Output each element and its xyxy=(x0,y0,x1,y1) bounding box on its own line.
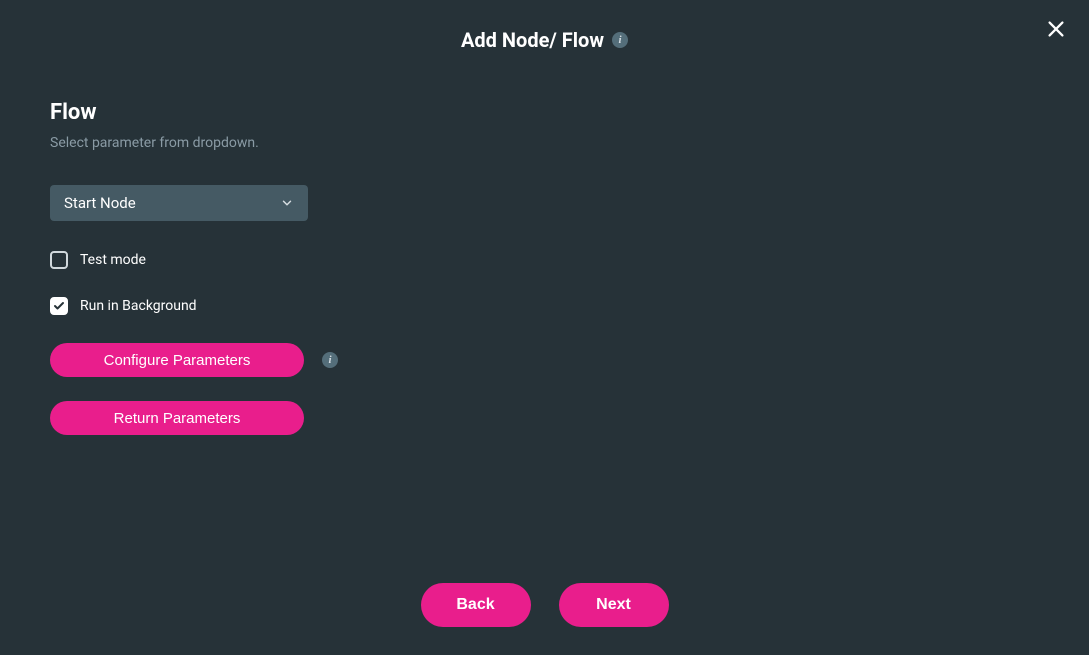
run-background-checkbox[interactable] xyxy=(50,297,68,315)
next-button[interactable]: Next xyxy=(559,583,669,627)
modal-title: Add Node/ Flow xyxy=(461,28,604,52)
section-description: Select parameter from dropdown. xyxy=(50,135,1039,151)
test-mode-label: Test mode xyxy=(80,252,146,268)
configure-parameters-button[interactable]: Configure Parameters xyxy=(50,343,304,377)
run-background-label: Run in Background xyxy=(80,298,197,314)
section-title: Flow xyxy=(50,100,1039,125)
info-icon[interactable]: i xyxy=(612,32,628,48)
dropdown-selected-label: Start Node xyxy=(64,194,136,212)
close-icon xyxy=(1045,18,1067,40)
start-node-dropdown[interactable]: Start Node xyxy=(50,185,308,221)
test-mode-checkbox[interactable] xyxy=(50,251,68,269)
close-button[interactable] xyxy=(1045,18,1067,40)
back-button[interactable]: Back xyxy=(421,583,531,627)
test-mode-checkbox-row[interactable]: Test mode xyxy=(50,251,1039,269)
configure-info-icon[interactable]: i xyxy=(322,352,338,368)
return-parameters-button[interactable]: Return Parameters xyxy=(50,401,304,435)
chevron-down-icon xyxy=(280,196,294,210)
run-background-checkbox-row[interactable]: Run in Background xyxy=(50,297,1039,315)
